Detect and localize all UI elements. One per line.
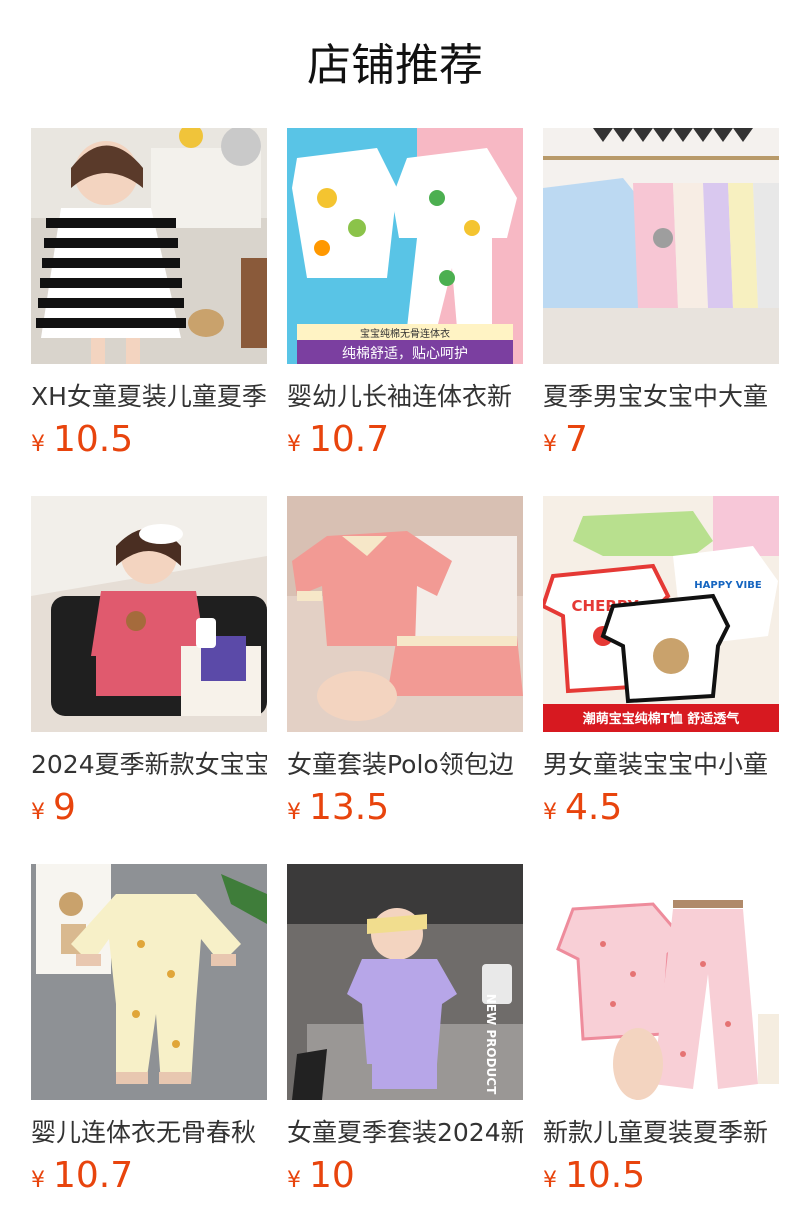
product-name[interactable]: 婴幼儿长袖连体衣新 <box>287 380 523 414</box>
product-name[interactable]: 女童套装Polo领包边 <box>287 748 523 782</box>
product-card[interactable]: 2024夏季新款女宝宝 ¥9 <box>31 496 267 830</box>
currency-symbol: ¥ <box>31 800 45 825</box>
product-name[interactable]: 男女童装宝宝中小童 <box>543 748 779 782</box>
striped-dress-image[interactable] <box>31 128 267 364</box>
currency-symbol: ¥ <box>287 432 301 457</box>
currency-symbol: ¥ <box>287 1168 301 1193</box>
product-name[interactable]: 婴儿连体衣无骨春秋 <box>31 1116 267 1150</box>
romper-banner-top: 宝宝纯棉无骨连体衣 <box>360 327 450 340</box>
yellow-romper-image[interactable] <box>31 864 267 1100</box>
price-value: 9 <box>53 787 76 828</box>
new-product-label: NEW PRODUCT <box>484 994 498 1095</box>
price-value: 10.7 <box>309 419 390 460</box>
currency-symbol: ¥ <box>543 800 557 825</box>
product-price: ¥4.5 <box>543 786 779 830</box>
product-card[interactable]: 婴儿连体衣无骨春秋 ¥10.7 <box>31 864 267 1198</box>
product-name[interactable]: 女童夏季套装2024新 <box>287 1116 523 1150</box>
price-value: 10.7 <box>53 1155 134 1196</box>
product-price: ¥10.5 <box>31 418 267 462</box>
product-name[interactable]: XH女童夏装儿童夏季 <box>31 380 267 414</box>
product-price: ¥10.7 <box>287 418 523 462</box>
polo-set-image[interactable] <box>287 496 523 732</box>
tshirt-banner: 潮萌宝宝纯棉T恤 舒适透气 <box>583 711 739 727</box>
product-price: ¥7 <box>543 418 779 462</box>
romper-banner-bottom: 纯棉舒适，贴心呵护 <box>342 345 468 362</box>
product-name[interactable]: 新款儿童夏装夏季新 <box>543 1116 779 1150</box>
product-name[interactable]: 2024夏季新款女宝宝 <box>31 748 267 782</box>
price-value: 7 <box>565 419 588 460</box>
tshirt-text-happy: HAPPY VIBE <box>694 580 762 591</box>
page-title: 店铺推荐 <box>307 40 483 91</box>
pink-pajamas-image[interactable] <box>543 864 779 1100</box>
product-price: ¥10.7 <box>31 1154 267 1198</box>
price-value: 10.5 <box>53 419 134 460</box>
girl-pink-set-image[interactable] <box>31 496 267 732</box>
currency-symbol: ¥ <box>543 1168 557 1193</box>
currency-symbol: ¥ <box>543 432 557 457</box>
product-card[interactable]: 宝宝纯棉无骨连体衣 纯棉舒适，贴心呵护 婴幼儿长袖连体衣新 ¥10.7 <box>287 128 523 462</box>
price-value: 10.5 <box>565 1155 646 1196</box>
girl-purple-set-image[interactable]: NEW PRODUCT <box>287 864 523 1100</box>
product-card[interactable]: HAPPY VIBE CHERRY 潮萌宝宝纯棉T恤 舒适透气 男女童装宝宝中小… <box>543 496 779 830</box>
product-card[interactable]: 夏季男宝女宝中大童 ¥7 <box>543 128 779 462</box>
product-card[interactable]: NEW PRODUCT 女童夏季套装2024新 ¥10 <box>287 864 523 1198</box>
product-card[interactable]: 新款儿童夏装夏季新 ¥10.5 <box>543 864 779 1198</box>
product-price: ¥13.5 <box>287 786 523 830</box>
product-card[interactable]: 女童套装Polo领包边 ¥13.5 <box>287 496 523 830</box>
product-price: ¥10 <box>287 1154 523 1198</box>
baby-romper-image[interactable]: 宝宝纯棉无骨连体衣 纯棉舒适，贴心呵护 <box>287 128 523 364</box>
price-value: 4.5 <box>565 787 623 828</box>
price-value: 13.5 <box>309 787 390 828</box>
hoodie-rack-image[interactable] <box>543 128 779 364</box>
price-value: 10 <box>309 1155 355 1196</box>
product-price: ¥9 <box>31 786 267 830</box>
product-card[interactable]: XH女童夏装儿童夏季 ¥10.5 <box>31 128 267 462</box>
product-price: ¥10.5 <box>543 1154 779 1198</box>
currency-symbol: ¥ <box>31 432 45 457</box>
tshirts-image[interactable]: HAPPY VIBE CHERRY 潮萌宝宝纯棉T恤 舒适透气 <box>543 496 779 732</box>
product-name[interactable]: 夏季男宝女宝中大童 <box>543 380 779 414</box>
currency-symbol: ¥ <box>31 1168 45 1193</box>
currency-symbol: ¥ <box>287 800 301 825</box>
